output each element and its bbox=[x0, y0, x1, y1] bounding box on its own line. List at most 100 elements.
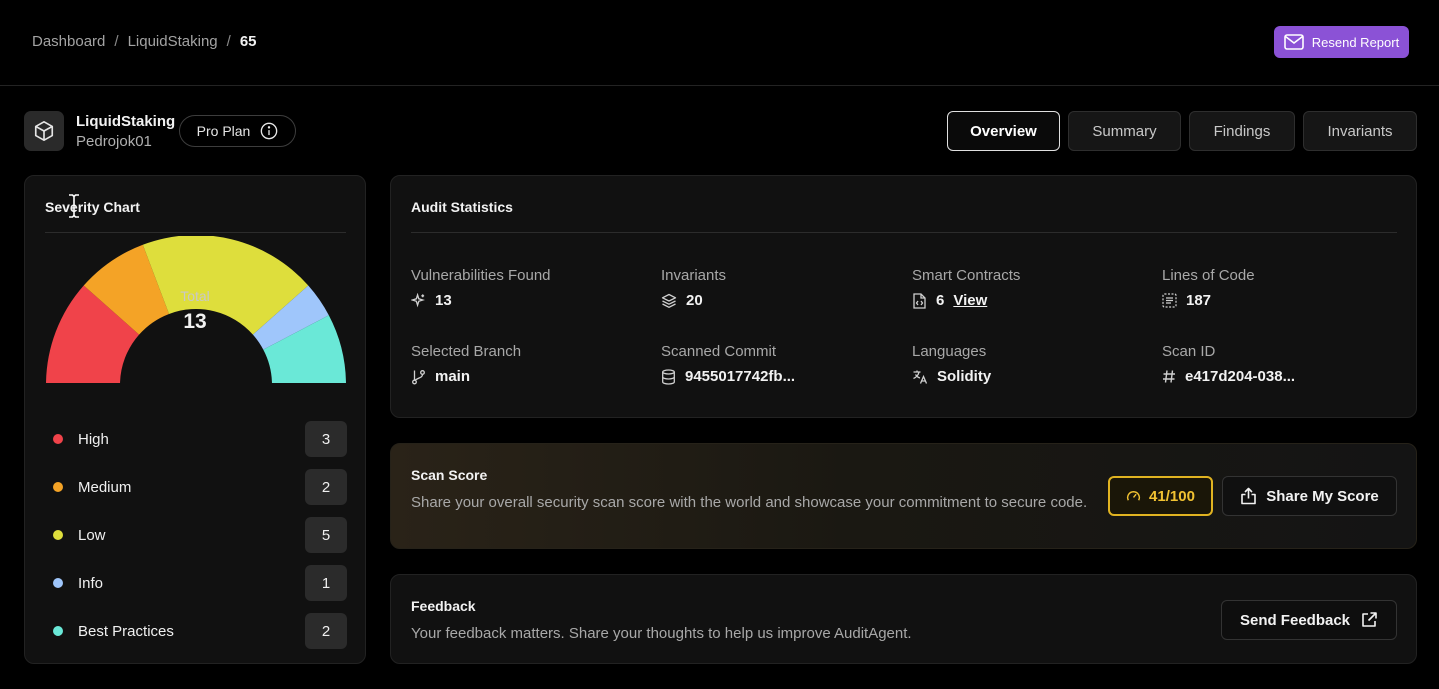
stat-value: e417d204-038... bbox=[1185, 368, 1296, 385]
legend-count: 2 bbox=[305, 469, 347, 505]
stat-value: 13 bbox=[435, 292, 452, 309]
text-cursor-icon bbox=[69, 194, 79, 218]
resend-report-label: Resend Report bbox=[1311, 34, 1400, 50]
hash-icon bbox=[1163, 370, 1175, 383]
git-branch-icon bbox=[412, 369, 425, 384]
severity-legend: High 3 Medium 2 Low 5 Info 1 Best Practi… bbox=[45, 415, 347, 655]
tab-invariants[interactable]: Invariants bbox=[1303, 111, 1417, 151]
tab-overview[interactable]: Overview bbox=[947, 111, 1060, 151]
stat-selected-branch: Selected Branch main bbox=[411, 343, 651, 385]
stat-label: Languages bbox=[912, 343, 987, 360]
breadcrumb-separator: / bbox=[114, 33, 119, 50]
gauge-total-value: 13 bbox=[183, 310, 206, 333]
stat-value: 20 bbox=[686, 292, 703, 309]
share-score-label: Share My Score bbox=[1266, 487, 1379, 505]
feedback-description: Your feedback matters. Share your though… bbox=[411, 625, 912, 642]
severity-chart-title: Severity Chart bbox=[45, 199, 140, 215]
stat-languages: Languages Solidity bbox=[912, 343, 1152, 385]
legend-item-info: Info 1 bbox=[45, 559, 347, 607]
stat-scanned-commit: Scanned Commit 9455017742fb... bbox=[661, 343, 901, 385]
severity-gauge: Total 13 bbox=[46, 236, 346, 387]
stat-value: 187 bbox=[1186, 292, 1212, 309]
legend-count: 5 bbox=[305, 517, 347, 553]
audit-statistics-title: Audit Statistics bbox=[411, 199, 513, 215]
score-badge: 41/100 bbox=[1108, 476, 1213, 516]
stat-lines-of-code: Lines of Code 187 bbox=[1162, 267, 1402, 309]
gauge-baseline bbox=[46, 383, 346, 387]
legend-count: 1 bbox=[305, 565, 347, 601]
legend-dot bbox=[53, 482, 63, 492]
stat-vulnerabilities: Vulnerabilities Found 13 bbox=[411, 267, 651, 309]
share-icon bbox=[1241, 487, 1257, 505]
external-link-icon bbox=[1362, 612, 1377, 627]
stat-label: Vulnerabilities Found bbox=[411, 267, 551, 284]
share-score-button[interactable]: Share My Score bbox=[1222, 476, 1397, 516]
scan-score-description: Share your overall security scan score w… bbox=[411, 494, 1088, 511]
mail-icon bbox=[1283, 34, 1304, 50]
stat-smart-contracts: Smart Contracts 6 View bbox=[912, 267, 1152, 309]
project-info: LiquidStaking Pedrojok01 bbox=[24, 111, 175, 151]
stat-value: main bbox=[435, 368, 471, 385]
project-avatar bbox=[24, 111, 64, 151]
legend-item-low: Low 5 bbox=[45, 511, 347, 559]
tab-summary[interactable]: Summary bbox=[1068, 111, 1181, 151]
legend-dot bbox=[53, 626, 63, 636]
gauge-icon bbox=[1127, 490, 1141, 501]
send-feedback-label: Send Feedback bbox=[1239, 611, 1351, 629]
legend-count: 3 bbox=[305, 421, 347, 457]
stat-label: Lines of Code bbox=[1162, 267, 1255, 284]
plan-badge[interactable]: Pro Plan bbox=[179, 115, 296, 147]
tab-findings[interactable]: Findings bbox=[1189, 111, 1295, 151]
divider bbox=[411, 232, 1397, 233]
project-owner: Pedrojok01 bbox=[76, 132, 152, 150]
stat-label: Selected Branch bbox=[411, 343, 522, 360]
score-value: 41/100 bbox=[1149, 487, 1195, 505]
legend-dot bbox=[53, 578, 63, 588]
layers-icon bbox=[661, 293, 677, 308]
legend-label: Best Practices bbox=[78, 622, 174, 640]
file-code-icon bbox=[913, 292, 926, 309]
divider bbox=[45, 232, 346, 233]
scan-score-title: Scan Score bbox=[411, 467, 488, 483]
legend-count: 2 bbox=[305, 613, 347, 649]
breadcrumb-project[interactable]: LiquidStaking bbox=[128, 33, 218, 50]
legend-dot bbox=[53, 530, 63, 540]
stat-label: Scan ID bbox=[1162, 343, 1216, 360]
scan-score-card: Scan Score Share your overall security s… bbox=[390, 443, 1417, 549]
top-bar: Dashboard / LiquidStaking / 65 Resend Re… bbox=[0, 0, 1439, 86]
view-contracts-link[interactable]: View bbox=[953, 292, 987, 309]
legend-label: Low bbox=[78, 526, 106, 544]
info-icon[interactable] bbox=[260, 122, 278, 140]
gauge-total-label: Total bbox=[180, 288, 210, 304]
legend-dot bbox=[53, 434, 63, 444]
feedback-title: Feedback bbox=[411, 598, 476, 614]
breadcrumb: Dashboard / LiquidStaking / 65 bbox=[32, 33, 257, 50]
feedback-card: Feedback Your feedback matters. Share yo… bbox=[390, 574, 1417, 664]
tab-bar: Overview Summary Findings Invariants bbox=[947, 111, 1417, 151]
stat-value: Solidity bbox=[937, 368, 992, 385]
resend-report-button[interactable]: Resend Report bbox=[1274, 26, 1409, 58]
stat-scan-id: Scan ID e417d204-038... bbox=[1162, 343, 1402, 385]
legend-item-best-practices: Best Practices 2 bbox=[45, 607, 347, 655]
project-name: LiquidStaking bbox=[76, 112, 176, 130]
legend-label: High bbox=[78, 430, 109, 448]
send-feedback-button[interactable]: Send Feedback bbox=[1221, 600, 1397, 640]
stat-label: Smart Contracts bbox=[912, 267, 1021, 284]
breadcrumb-current: 65 bbox=[239, 33, 257, 50]
translate-icon bbox=[913, 370, 928, 384]
stat-label: Invariants bbox=[661, 267, 727, 284]
legend-item-high: High 3 bbox=[45, 415, 347, 463]
legend-item-medium: Medium 2 bbox=[45, 463, 347, 511]
severity-chart-card: Severity Chart Total 13 High 3 Medium 2 … bbox=[24, 175, 366, 664]
legend-label: Medium bbox=[78, 478, 132, 496]
stat-label: Scanned Commit bbox=[661, 343, 777, 360]
stat-value: 9455017742fb... bbox=[685, 368, 796, 385]
legend-label: Info bbox=[78, 574, 104, 592]
cube-icon bbox=[34, 121, 54, 141]
sparkles-icon bbox=[411, 293, 425, 308]
breadcrumb-dashboard[interactable]: Dashboard bbox=[32, 33, 105, 50]
breadcrumb-separator: / bbox=[226, 33, 231, 50]
stat-value: 6 bbox=[936, 292, 945, 309]
plan-label: Pro Plan bbox=[196, 123, 251, 139]
database-icon bbox=[662, 368, 675, 385]
